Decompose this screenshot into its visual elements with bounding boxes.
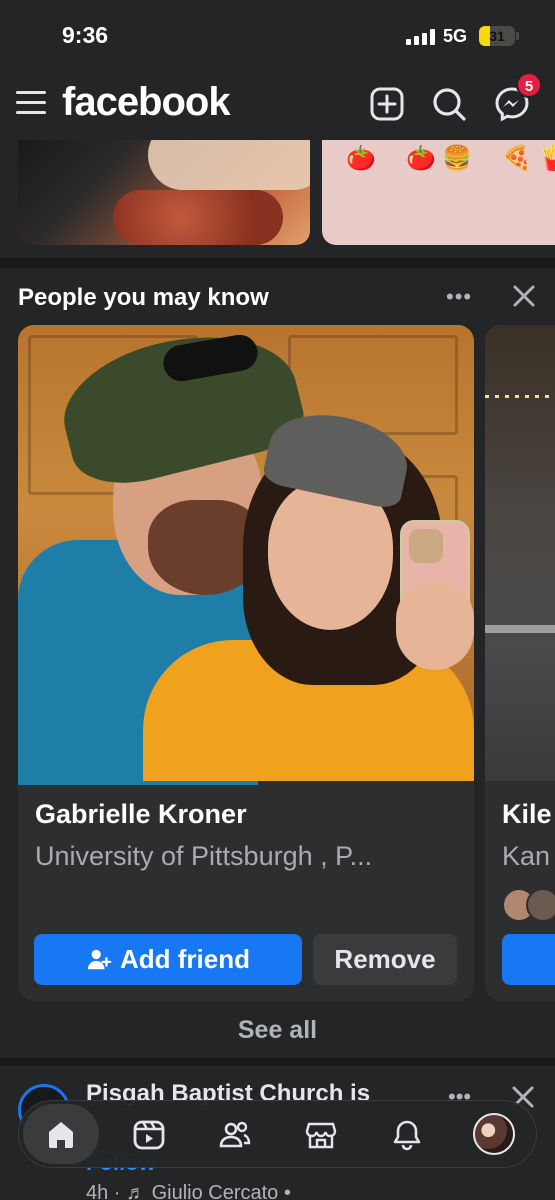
bell-icon — [393, 1120, 421, 1151]
nav-home[interactable] — [23, 1104, 99, 1164]
app-header: facebook 5 — [0, 72, 555, 140]
search-icon[interactable] — [431, 86, 467, 122]
nav-marketplace[interactable] — [295, 1109, 347, 1161]
add-friend-icon — [87, 949, 112, 969]
friend-suggestion-card[interactable]: Gabrielle Kroner University of Pittsburg… — [18, 325, 474, 1001]
home-icon — [49, 1122, 73, 1148]
post-meta: 4h · ♬ Giulio Cercato • — [86, 1182, 291, 1200]
suggestion-subtitle: University of Pittsburgh , P... — [35, 841, 373, 871]
see-all-link[interactable]: See all — [0, 1016, 555, 1045]
add-friend-button[interactable] — [502, 934, 555, 985]
battery-tip — [516, 32, 519, 40]
emoji: 🍅 — [406, 145, 436, 172]
nav-video[interactable] — [123, 1109, 175, 1161]
suggestion-subtitle: Kan — [502, 841, 551, 871]
profile-photo[interactable] — [18, 325, 474, 785]
photo-detail — [113, 190, 283, 245]
nav-profile-avatar[interactable] — [473, 1113, 515, 1155]
profile-photo[interactable] — [485, 325, 555, 781]
feed-photo-strip: 🍅 🍅 🍔 🍕 🍟 — [0, 140, 555, 258]
network-label: 5G — [443, 26, 468, 46]
bottom-nav — [18, 1100, 537, 1168]
feed-photo[interactable] — [18, 140, 310, 245]
add-friend-button[interactable]: Add friend — [34, 934, 302, 985]
battery-icon: 31 — [479, 26, 515, 46]
status-time: 9:36 — [62, 22, 109, 48]
feed-photo[interactable]: 🍅 🍅 🍔 🍕 🍟 — [322, 140, 555, 245]
menu-icon[interactable] — [16, 90, 46, 116]
emoji: 🍕 — [502, 145, 532, 172]
suggestion-name[interactable]: Kile — [502, 799, 552, 830]
emoji: 🍔 — [442, 145, 472, 172]
friend-suggestion-card[interactable]: Kile Kan — [485, 325, 555, 1001]
photo-detail — [148, 140, 310, 190]
remove-button[interactable]: Remove — [313, 934, 457, 985]
suggestion-name[interactable]: Gabrielle Kroner — [35, 799, 247, 830]
add-friend-label: Add friend — [120, 944, 250, 974]
more-options-icon[interactable]: ••• — [446, 284, 472, 310]
close-icon[interactable] — [510, 282, 538, 310]
create-post-icon[interactable] — [369, 86, 405, 122]
people-you-may-know-section: People you may know ••• Gabrielle Kroner… — [0, 268, 555, 1058]
signal-icon — [406, 29, 436, 45]
nav-friends[interactable] — [209, 1109, 261, 1161]
friends-icon — [219, 1121, 251, 1148]
emoji: 🍅 — [346, 145, 376, 172]
marketplace-icon — [305, 1122, 337, 1149]
mutual-friends-avatars — [502, 888, 555, 924]
emoji: 🍟 — [538, 145, 555, 172]
section-title: People you may know — [18, 284, 269, 311]
status-bar: 9:36 5G 31 — [0, 0, 555, 72]
nav-notifications[interactable] — [381, 1109, 433, 1161]
video-icon — [133, 1120, 165, 1150]
facebook-logo[interactable]: facebook — [62, 80, 231, 125]
battery-level: 31 — [489, 28, 505, 44]
messenger-badge: 5 — [516, 72, 542, 98]
